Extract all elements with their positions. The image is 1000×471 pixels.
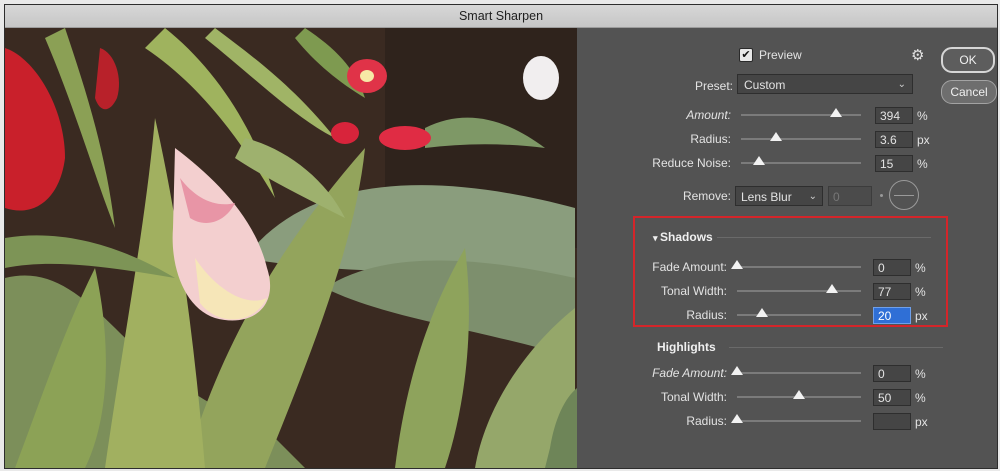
amount-slider-thumb[interactable] [829, 108, 842, 117]
highlights-tonal-unit: % [915, 391, 926, 405]
highlights-tonal-label: Tonal Width: [660, 390, 727, 404]
highlights-radius-label: Radius: [686, 414, 727, 428]
preview-checkbox[interactable]: ✔ [739, 48, 753, 62]
highlights-fade-field[interactable]: 0 [873, 365, 911, 382]
shadows-tonal-thumb[interactable] [826, 284, 839, 293]
shadows-fade-slider[interactable] [731, 260, 861, 269]
highlights-radius-slider[interactable] [731, 414, 861, 423]
highlights-tonal-slider[interactable] [737, 390, 861, 399]
degree-mark [880, 194, 883, 197]
gear-icon[interactable]: ⚙ [911, 46, 924, 64]
shadows-radius-label: Radius: [686, 308, 727, 322]
reduce-noise-slider[interactable] [741, 156, 861, 165]
image-preview[interactable] [5, 28, 577, 468]
shadows-radius-slider[interactable] [737, 308, 861, 317]
shadows-radius-field[interactable]: 20 [873, 307, 911, 324]
angle-field: 0 [828, 186, 872, 206]
shadows-radius-unit: px [915, 309, 928, 323]
highlights-radius-unit: px [915, 415, 928, 429]
highlights-radius-field[interactable] [873, 413, 911, 430]
shadows-radius-thumb[interactable] [755, 308, 768, 317]
reduce-noise-slider-thumb[interactable] [753, 156, 765, 165]
shadows-tonal-slider[interactable] [737, 284, 861, 293]
remove-dropdown[interactable]: Lens Blur ⌄ [735, 186, 823, 206]
reduce-noise-unit: % [917, 157, 928, 171]
radius-field[interactable]: 3.6 [875, 131, 913, 148]
reduce-noise-label: Reduce Noise: [652, 156, 731, 170]
shadows-fade-field[interactable]: 0 [873, 259, 911, 276]
shadows-heading[interactable]: ▾ Shadows [653, 230, 713, 244]
radius-slider[interactable] [741, 132, 861, 141]
highlights-fade-slider[interactable] [731, 366, 861, 375]
highlights-fade-label: Fade Amount: [652, 366, 727, 380]
highlights-heading[interactable]: Highlights [657, 340, 716, 354]
shadows-fade-unit: % [915, 261, 926, 275]
preview-toggle[interactable]: ✔ Preview [739, 48, 802, 62]
shadows-divider [717, 237, 931, 238]
shadows-tonal-field[interactable]: 77 [873, 283, 911, 300]
shadows-tonal-unit: % [915, 285, 926, 299]
angle-dial-icon [889, 180, 919, 210]
chevron-down-icon: ⌄ [897, 79, 906, 90]
shadows-fade-thumb[interactable] [731, 260, 743, 269]
preset-value: Custom [744, 78, 786, 92]
radius-slider-thumb[interactable] [769, 132, 782, 141]
settings-panel: ✔ Preview ⚙ OK Cancel Preset: Custom ⌄ A… [577, 28, 997, 468]
shadows-tonal-label: Tonal Width: [660, 284, 727, 298]
preview-image [5, 28, 577, 468]
highlights-fade-thumb[interactable] [731, 366, 743, 375]
preset-label: Preset: [695, 79, 734, 93]
preset-dropdown[interactable]: Custom ⌄ [737, 74, 913, 94]
shadows-fade-label: Fade Amount: [652, 260, 727, 274]
radius-label: Radius: [690, 132, 731, 146]
disclosure-triangle-icon: ▾ [653, 233, 661, 243]
shadows-heading-label: Shadows [660, 230, 713, 244]
ok-button[interactable]: OK [941, 47, 995, 73]
highlights-tonal-field[interactable]: 50 [873, 389, 911, 406]
smart-sharpen-dialog: Smart Sharpen ✔ Preview ⚙ OK Cancel Pres… [4, 4, 998, 469]
angle-value: 0 [833, 190, 840, 204]
highlights-divider [729, 347, 943, 348]
highlights-fade-unit: % [915, 367, 926, 381]
amount-slider[interactable] [741, 108, 861, 117]
amount-unit: % [917, 109, 928, 123]
amount-label: Amount: [686, 108, 731, 122]
highlights-radius-thumb[interactable] [731, 414, 743, 423]
window-title: Smart Sharpen [5, 5, 997, 28]
cancel-button[interactable]: Cancel [941, 80, 997, 104]
remove-label: Remove: [682, 189, 731, 203]
chevron-down-icon: ⌄ [808, 191, 817, 202]
amount-field[interactable]: 394 [875, 107, 913, 124]
radius-unit: px [917, 133, 930, 147]
preview-label: Preview [759, 48, 802, 62]
highlights-tonal-thumb[interactable] [793, 390, 805, 399]
reduce-noise-field[interactable]: 15 [875, 155, 913, 172]
remove-value: Lens Blur [741, 190, 792, 204]
